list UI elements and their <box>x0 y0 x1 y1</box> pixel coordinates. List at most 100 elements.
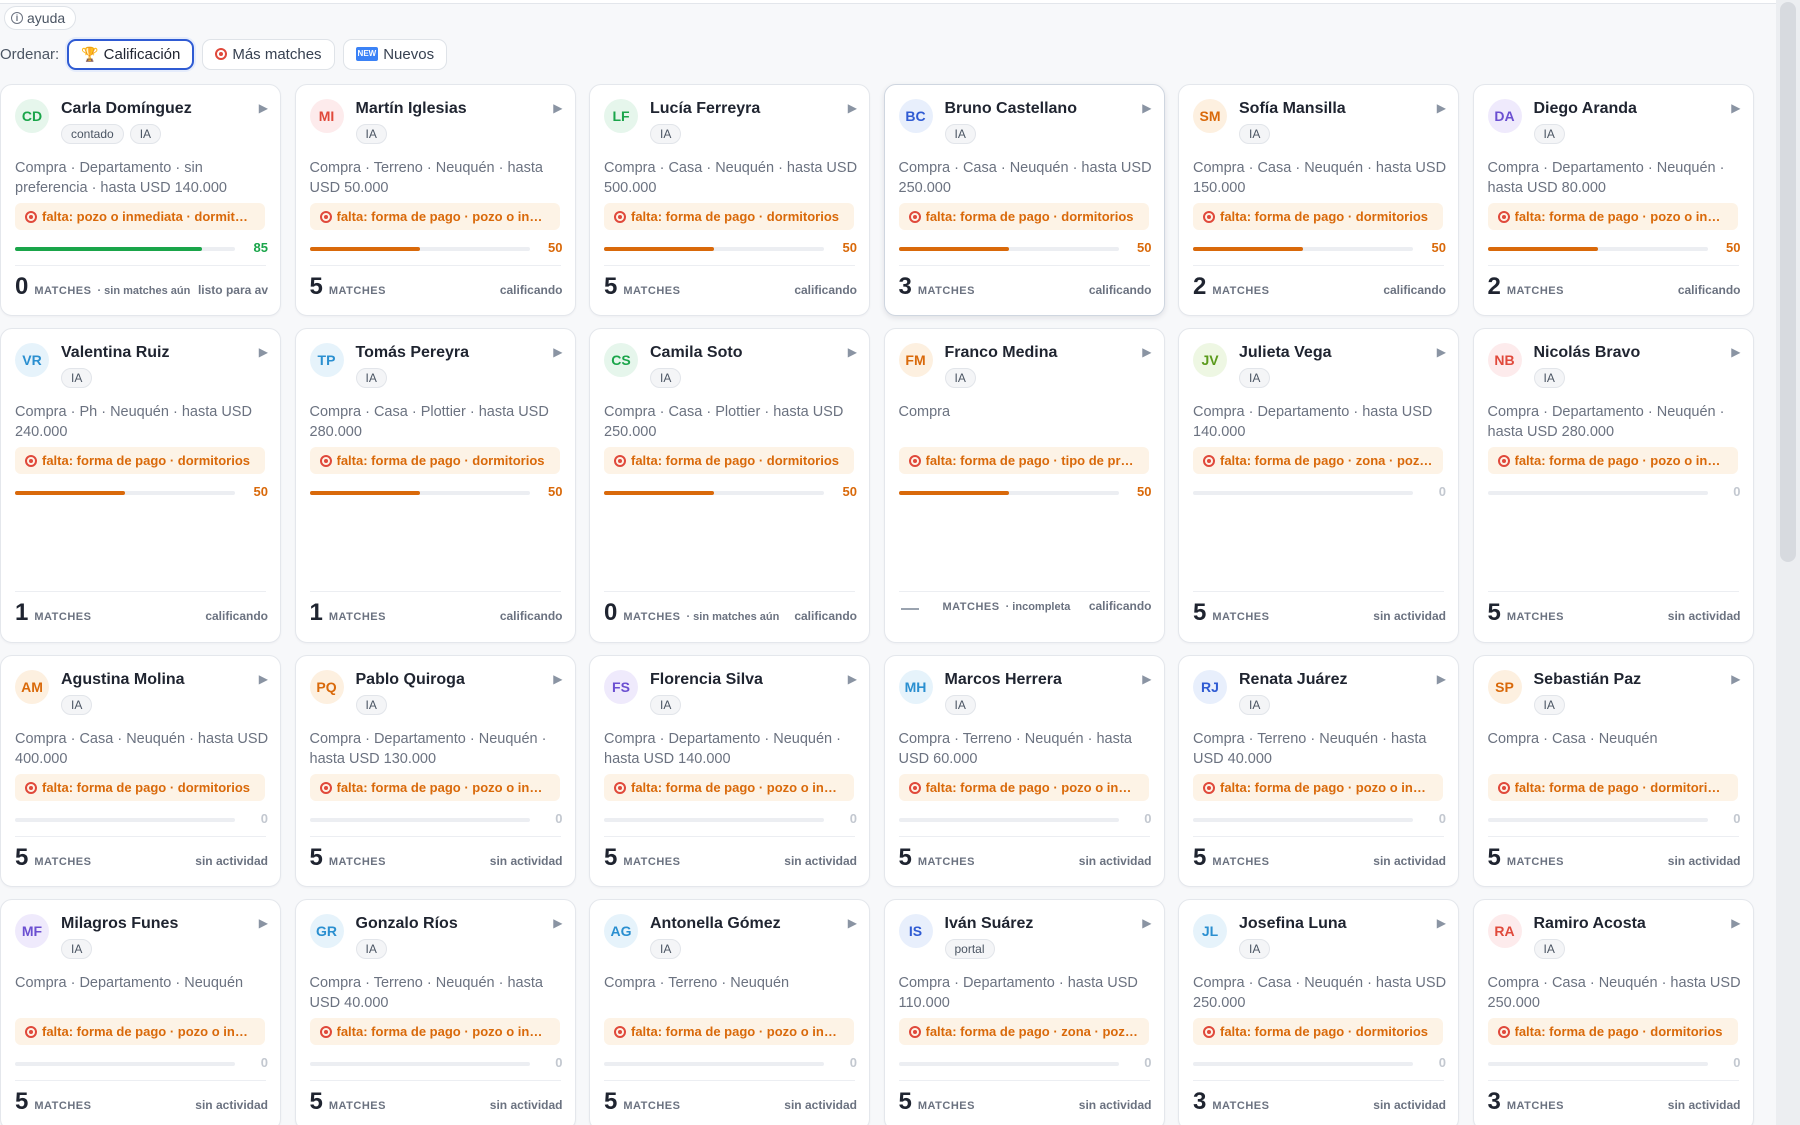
lead-card[interactable]: JL Josefina Luna ▶ IA Compra · Casa · Ne… <box>1178 899 1459 1125</box>
lead-name[interactable]: Josefina Luna <box>1239 915 1347 933</box>
matches-label: MATCHES <box>623 856 681 868</box>
lead-name[interactable]: Bruno Castellano <box>945 100 1077 118</box>
play-icon[interactable]: ▶ <box>553 345 562 359</box>
play-icon[interactable]: ▶ <box>1731 672 1740 686</box>
lead-name[interactable]: Iván Suárez <box>945 915 1034 933</box>
lead-name[interactable]: Agustina Molina <box>61 671 185 689</box>
lead-card[interactable]: RA Ramiro Acosta ▶ IA Compra · Casa · Ne… <box>1472 899 1754 1125</box>
play-icon[interactable]: ▶ <box>259 672 268 686</box>
missing-info-text: falta: forma de pago · pozo o inmediata <box>631 1024 844 1039</box>
lead-card[interactable]: GR Gonzalo Ríos ▶ IA Compra · Terreno · … <box>294 899 576 1125</box>
lead-name[interactable]: Valentina Ruiz <box>61 344 169 362</box>
lead-name[interactable]: Marcos Herrera <box>945 671 1062 689</box>
lead-card[interactable]: FM Franco Medina ▶ IA Compra falta: form… <box>883 328 1165 643</box>
score-bar-fill <box>15 491 125 495</box>
lead-card[interactable]: RJ Renata Juárez ▶ IA Compra · Terreno ·… <box>1178 655 1459 887</box>
score-bar <box>604 491 824 495</box>
play-icon[interactable]: ▶ <box>259 345 268 359</box>
lead-name[interactable]: Florencia Silva <box>650 671 763 689</box>
play-icon[interactable]: ▶ <box>1731 345 1740 359</box>
score-bar <box>15 491 235 495</box>
avatar: VR <box>15 343 49 377</box>
lead-card[interactable]: CS Camila Soto ▶ IA Compra · Casa · Plot… <box>589 328 870 643</box>
play-icon[interactable]: ▶ <box>553 916 562 930</box>
play-icon[interactable]: ▶ <box>553 101 562 115</box>
lead-name[interactable]: Pablo Quiroga <box>356 671 465 689</box>
sort-by-matches-button[interactable]: Más matches <box>202 38 335 70</box>
play-icon[interactable]: ▶ <box>1437 101 1446 115</box>
lead-name[interactable]: Diego Aranda <box>1534 100 1637 118</box>
lead-name[interactable]: Renata Juárez <box>1239 671 1348 689</box>
play-icon[interactable]: ▶ <box>848 345 857 359</box>
lead-card[interactable]: TP Tomás Pereyra ▶ IA Compra · Casa · Pl… <box>294 328 576 643</box>
lead-card[interactable]: LF Lucía Ferreyra ▶ IA Compra · Casa · N… <box>589 84 870 316</box>
play-icon[interactable]: ▶ <box>848 101 857 115</box>
scrollbar-thumb[interactable] <box>1780 2 1796 562</box>
play-icon[interactable]: ▶ <box>1437 345 1446 359</box>
play-icon[interactable]: ▶ <box>1437 916 1446 930</box>
sort-by-new-button[interactable]: NEW Nuevos <box>342 38 448 70</box>
lead-card[interactable]: MF Milagros Funes ▶ IA Compra · Departam… <box>0 899 281 1125</box>
score-value: 50 <box>253 484 268 499</box>
divider <box>309 265 561 266</box>
lead-name[interactable]: Franco Medina <box>945 344 1058 362</box>
play-icon[interactable]: ▶ <box>259 916 268 930</box>
match-count: 1 <box>309 599 323 626</box>
lead-name[interactable]: Lucía Ferreyra <box>650 100 760 118</box>
lead-name[interactable]: Carla Domínguez <box>61 100 192 118</box>
lead-name[interactable]: Martín Iglesias <box>356 100 467 118</box>
help-button[interactable]: i ayuda <box>4 6 77 30</box>
missing-info-badge: falta: forma de pago · pozo o inmediata <box>15 1018 265 1045</box>
lead-name[interactable]: Gonzalo Ríos <box>356 915 458 933</box>
lead-name[interactable]: Tomás Pereyra <box>356 344 470 362</box>
matches-label: MATCHES <box>34 856 92 868</box>
play-icon[interactable]: ▶ <box>1142 916 1151 930</box>
play-icon[interactable]: ▶ <box>1142 672 1151 686</box>
play-icon[interactable]: ▶ <box>848 672 857 686</box>
divider <box>15 265 266 266</box>
lead-description: Compra · Casa · Neuquén · hasta USD 400.… <box>15 731 269 767</box>
lead-card[interactable]: NB Nicolás Bravo ▶ IA Compra · Departame… <box>1472 328 1754 643</box>
lead-card[interactable]: SP Sebastián Paz ▶ IA Compra · Casa · Ne… <box>1472 655 1754 887</box>
lead-card[interactable]: MI Martín Iglesias ▶ IA Compra · Terreno… <box>294 84 576 316</box>
match-count: 5 <box>15 844 29 871</box>
lead-card[interactable]: PQ Pablo Quiroga ▶ IA Compra · Departame… <box>294 655 576 887</box>
play-icon[interactable]: ▶ <box>1731 101 1740 115</box>
lead-tags: IA <box>1239 695 1271 715</box>
lead-card[interactable]: MH Marcos Herrera ▶ IA Compra · Terreno … <box>883 655 1165 887</box>
lead-tags: IA <box>1239 124 1271 144</box>
lead-card[interactable]: JV Julieta Vega ▶ IA Compra · Departamen… <box>1178 328 1459 643</box>
lead-card[interactable]: IS Iván Suárez ▶ portal Compra · Departa… <box>883 899 1165 1125</box>
lead-card[interactable]: DA Diego Aranda ▶ IA Compra · Departamen… <box>1472 84 1754 316</box>
play-icon[interactable]: ▶ <box>1142 345 1151 359</box>
lead-tag: IA <box>944 124 976 144</box>
play-icon[interactable]: ▶ <box>1437 672 1446 686</box>
lead-card[interactable]: CD Carla Domínguez ▶ contado IA Compra · … <box>0 84 281 316</box>
lead-name[interactable]: Ramiro Acosta <box>1534 915 1646 933</box>
play-icon[interactable]: ▶ <box>1731 916 1740 930</box>
play-icon[interactable]: ▶ <box>259 101 268 115</box>
lead-name[interactable]: Antonella Gómez <box>650 915 781 933</box>
lead-card[interactable]: AG Antonella Gómez ▶ IA Compra · Terreno… <box>589 899 870 1125</box>
lead-card[interactable]: SM Sofía Mansilla ▶ IA Compra · Casa · N… <box>1178 84 1459 316</box>
avatar: RJ <box>1193 670 1227 704</box>
lead-name[interactable]: Camila Soto <box>650 344 742 362</box>
match-count: 0 <box>15 273 29 300</box>
lead-name[interactable]: Julieta Vega <box>1239 344 1332 362</box>
lead-card[interactable]: BC Bruno Castellano ▶ IA Compra · Casa ·… <box>883 84 1165 316</box>
play-icon[interactable]: ▶ <box>553 672 562 686</box>
lead-name[interactable]: Nicolás Bravo <box>1534 344 1641 362</box>
sort-by-score-button[interactable]: 🏆 Calificación <box>67 38 195 70</box>
scrollbar[interactable] <box>1776 0 1800 1125</box>
lead-name[interactable]: Sofía Mansilla <box>1239 100 1346 118</box>
lead-name[interactable]: Sebastián Paz <box>1534 671 1642 689</box>
sort-label: Ordenar: <box>0 45 60 63</box>
target-icon <box>908 210 921 223</box>
play-icon[interactable]: ▶ <box>848 916 857 930</box>
lead-card[interactable]: AM Agustina Molina ▶ IA Compra · Casa · … <box>0 655 281 887</box>
lead-tags: IA <box>355 368 387 388</box>
lead-card[interactable]: FS Florencia Silva ▶ IA Compra · Departa… <box>589 655 870 887</box>
lead-name[interactable]: Milagros Funes <box>61 915 178 933</box>
lead-card[interactable]: VR Valentina Ruiz ▶ IA Compra · Ph · Neu… <box>0 328 281 643</box>
play-icon[interactable]: ▶ <box>1142 101 1151 115</box>
